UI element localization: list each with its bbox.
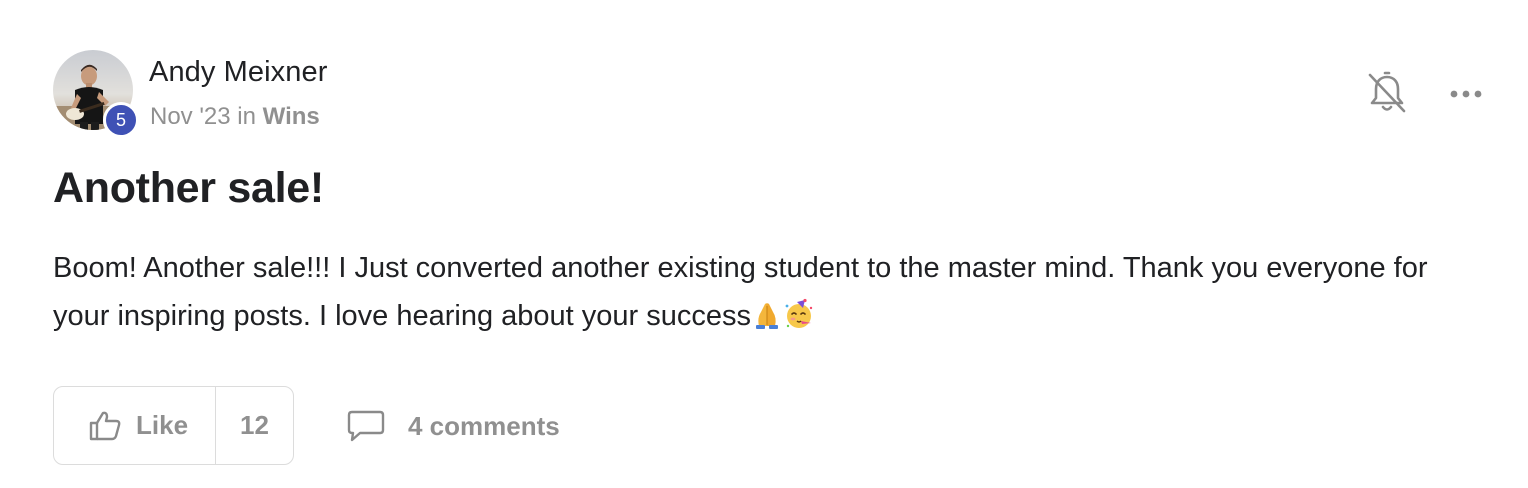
thumbs-up-icon — [89, 411, 121, 440]
like-group: Like 12 — [53, 386, 294, 465]
comments-label: 4 comments — [408, 410, 560, 441]
folded-hands-emoji — [755, 303, 778, 330]
more-horizontal-icon — [1450, 90, 1482, 98]
bell-off-icon — [1368, 71, 1406, 113]
author-name[interactable]: Andy Meixner — [149, 56, 328, 89]
post-body: Boom! Another sale!!! I Just converted a… — [53, 244, 1433, 340]
post-date: Nov '23 — [150, 103, 231, 130]
like-count[interactable]: 12 — [216, 387, 293, 464]
comment-bubble-icon — [347, 410, 385, 442]
post-title[interactable]: Another sale! — [53, 164, 324, 213]
post-card: 5 Andy Meixner Nov '23 in Wins Another s… — [0, 0, 1528, 488]
post-meta-in: in — [237, 103, 256, 130]
author-avatar-wrap[interactable]: 5 — [53, 50, 139, 138]
like-button[interactable]: Like — [54, 387, 216, 464]
partying-face-emoji — [785, 299, 813, 329]
post-meta: Nov '23 in Wins — [150, 103, 320, 131]
level-badge: 5 — [103, 102, 139, 138]
post-body-text: Boom! Another sale!!! I Just converted a… — [53, 252, 1428, 332]
more-options-button[interactable] — [1446, 80, 1486, 108]
notification-toggle-button[interactable] — [1366, 71, 1408, 115]
like-label: Like — [136, 410, 189, 440]
post-category-link[interactable]: Wins — [263, 103, 320, 130]
comments-button[interactable]: 4 comments — [346, 404, 560, 448]
